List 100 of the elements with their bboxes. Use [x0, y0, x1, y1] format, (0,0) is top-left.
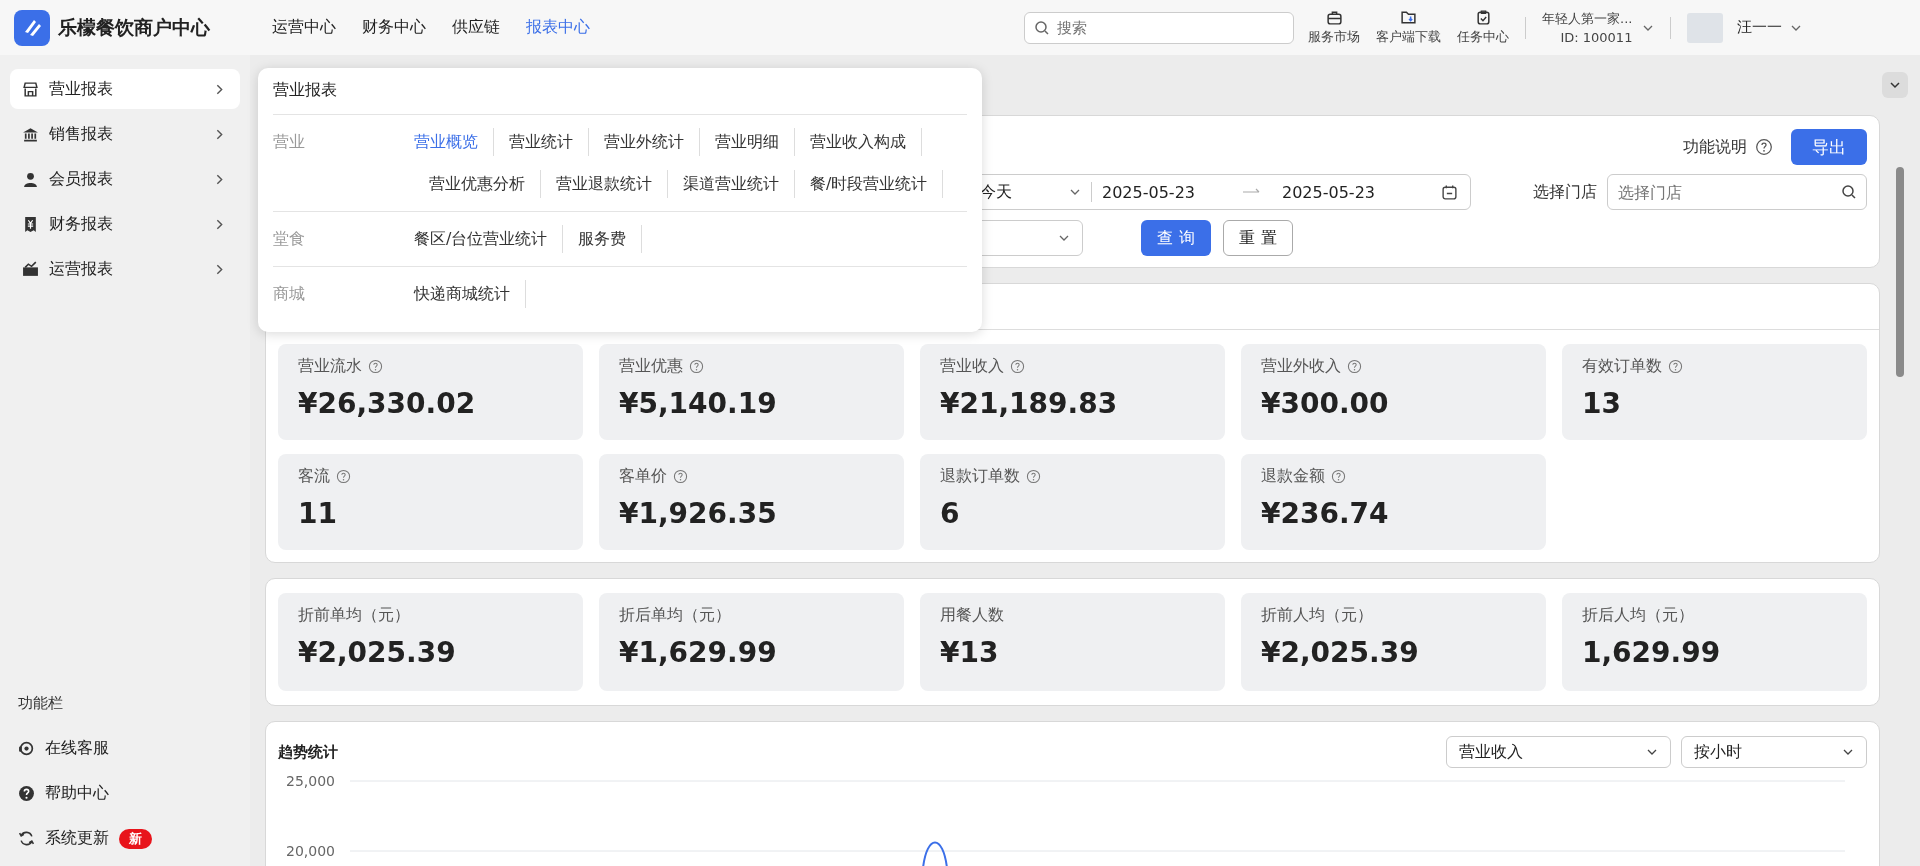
- question-icon: [1668, 359, 1683, 374]
- stat-label: 用餐人数: [940, 605, 1004, 626]
- nav-link[interactable]: 财务中心: [362, 17, 426, 38]
- stat-label: 营业收入: [940, 356, 1004, 377]
- calendar-icon: [1441, 183, 1458, 201]
- menu-link[interactable]: 营业优惠分析: [414, 170, 541, 198]
- stat-label: 客流: [298, 466, 330, 487]
- user-menu[interactable]: 汪一一: [1737, 18, 1803, 37]
- stat-label: 营业优惠: [619, 356, 683, 377]
- toolbar-button[interactable]: 服务市场: [1308, 9, 1360, 46]
- logo-icon: [14, 9, 50, 46]
- menu-link[interactable]: 服务费: [563, 225, 643, 253]
- help-icon: [18, 785, 35, 802]
- export-button[interactable]: 导出: [1791, 129, 1867, 165]
- granularity-select[interactable]: 按小时: [1681, 736, 1867, 768]
- clipboard-icon: [1474, 9, 1492, 26]
- sidebar-link[interactable]: 系统更新 新: [18, 823, 240, 854]
- stat-value: ¥2,025.39: [1261, 636, 1420, 669]
- store-icon: [22, 80, 39, 98]
- sidebar-item[interactable]: 销售报表: [10, 114, 240, 154]
- toolbar-button[interactable]: 任务中心: [1457, 9, 1509, 46]
- refresh-icon: [18, 830, 35, 847]
- stat-label: 营业流水: [298, 356, 362, 377]
- person-icon: [22, 170, 39, 188]
- collapse-button[interactable]: [1882, 72, 1908, 98]
- search-field[interactable]: 搜索: [1024, 11, 1294, 44]
- stat-value: ¥5,140.19: [619, 387, 778, 420]
- avatar-image: [1687, 12, 1724, 43]
- question-icon: [336, 469, 351, 484]
- headset-icon: [18, 740, 35, 757]
- question-icon: [1755, 138, 1773, 156]
- bank-icon: [22, 125, 39, 143]
- store-search-field[interactable]: 选择门店: [1607, 174, 1867, 210]
- toolbar-button[interactable]: 客户端下载: [1376, 9, 1441, 46]
- sidebar-item[interactable]: 营业报表: [10, 69, 240, 109]
- stat-value: 6: [940, 497, 961, 530]
- stat-value: 13: [1582, 387, 1622, 420]
- store-label: 选择门店: [1533, 181, 1597, 203]
- menu-link[interactable]: 餐区/台位营业统计: [414, 225, 564, 253]
- menu-link[interactable]: 营业明细: [700, 128, 795, 156]
- stat-label: 退款金额: [1261, 466, 1325, 487]
- nav-link[interactable]: 运营中心: [272, 17, 336, 38]
- stat-value: ¥1,926.35: [619, 497, 778, 530]
- line-chart-drawing: [922, 841, 948, 866]
- stat-value: ¥26,330.02: [298, 387, 477, 420]
- question-icon: [1331, 469, 1346, 484]
- folder-download-icon: [1400, 9, 1417, 26]
- stat-value: ¥21,189.83: [940, 387, 1119, 420]
- app-title: 乐檬餐饮商户中心: [58, 14, 210, 40]
- stat-value: ¥300.00: [1261, 387, 1390, 420]
- axis-tick-label: 20,000: [286, 843, 335, 859]
- menu-link[interactable]: 营业收入构成: [795, 128, 922, 156]
- sidebar-link[interactable]: 帮助中心: [18, 778, 240, 809]
- stat-label: 营业外收入: [1261, 356, 1341, 377]
- stat-value: ¥1,629.99: [619, 636, 778, 669]
- menu-link[interactable]: 渠道营业统计: [668, 170, 795, 198]
- menu-link[interactable]: 营业退款统计: [541, 170, 668, 198]
- stat-label: 折后单均（元）: [619, 605, 731, 626]
- sidebar-item[interactable]: 运营报表: [10, 249, 240, 289]
- stat-label: 折前人均（元）: [1261, 605, 1373, 626]
- search-icon: [1034, 19, 1050, 36]
- sidebar-link[interactable]: 在线客服: [18, 733, 240, 764]
- question-icon: [1026, 469, 1041, 484]
- stat-label: 有效订单数: [1582, 356, 1662, 377]
- help-link[interactable]: 功能说明: [1683, 136, 1747, 158]
- nav-link[interactable]: 报表中心: [526, 17, 590, 38]
- menu-link[interactable]: 餐/时段营业统计: [795, 170, 944, 198]
- chart-box-icon: [22, 260, 39, 278]
- group-label: 商城: [273, 283, 306, 305]
- sidebar-item[interactable]: 财务报表: [10, 204, 240, 244]
- axis-tick-label: 25,000: [286, 773, 335, 789]
- menu-link[interactable]: 快递商城统计: [414, 280, 526, 308]
- metric-select[interactable]: 营业收入: [1446, 736, 1671, 768]
- receipt-icon: [22, 215, 39, 233]
- stat-value: ¥236.74: [1261, 497, 1390, 530]
- chevron-down-icon: [1889, 79, 1901, 91]
- reset-button[interactable]: 重 置: [1223, 220, 1293, 256]
- stat-label: 折后人均（元）: [1582, 605, 1694, 626]
- group-label: 营业: [273, 131, 306, 153]
- section-label: 功能栏: [18, 694, 64, 713]
- new-badge: 新: [119, 828, 152, 849]
- stat-value: 11: [298, 497, 338, 530]
- question-icon: [1010, 359, 1025, 374]
- question-icon: [368, 359, 383, 374]
- query-button[interactable]: 查 询: [1141, 220, 1211, 256]
- stat-label: 客单价: [619, 466, 667, 487]
- search-icon: [1841, 184, 1857, 200]
- stat-label: 退款订单数: [940, 466, 1020, 487]
- menu-link[interactable]: 营业概览: [414, 128, 494, 156]
- question-icon: [1347, 359, 1362, 374]
- menu-link[interactable]: 营业统计: [494, 128, 589, 156]
- scrollbar-thumb[interactable]: [1896, 167, 1904, 377]
- menu-link[interactable]: 营业外统计: [589, 128, 700, 156]
- stat-value: ¥2,025.39: [298, 636, 457, 669]
- nav-link[interactable]: 供应链: [452, 17, 500, 38]
- group-label: 堂食: [273, 228, 306, 250]
- sidebar-item[interactable]: 会员报表: [10, 159, 240, 199]
- stat-value: ¥13: [940, 636, 1000, 669]
- account-switcher[interactable]: 年轻人第一家... ID: 100011: [1542, 10, 1655, 45]
- stat-label: 折前单均（元）: [298, 605, 410, 626]
